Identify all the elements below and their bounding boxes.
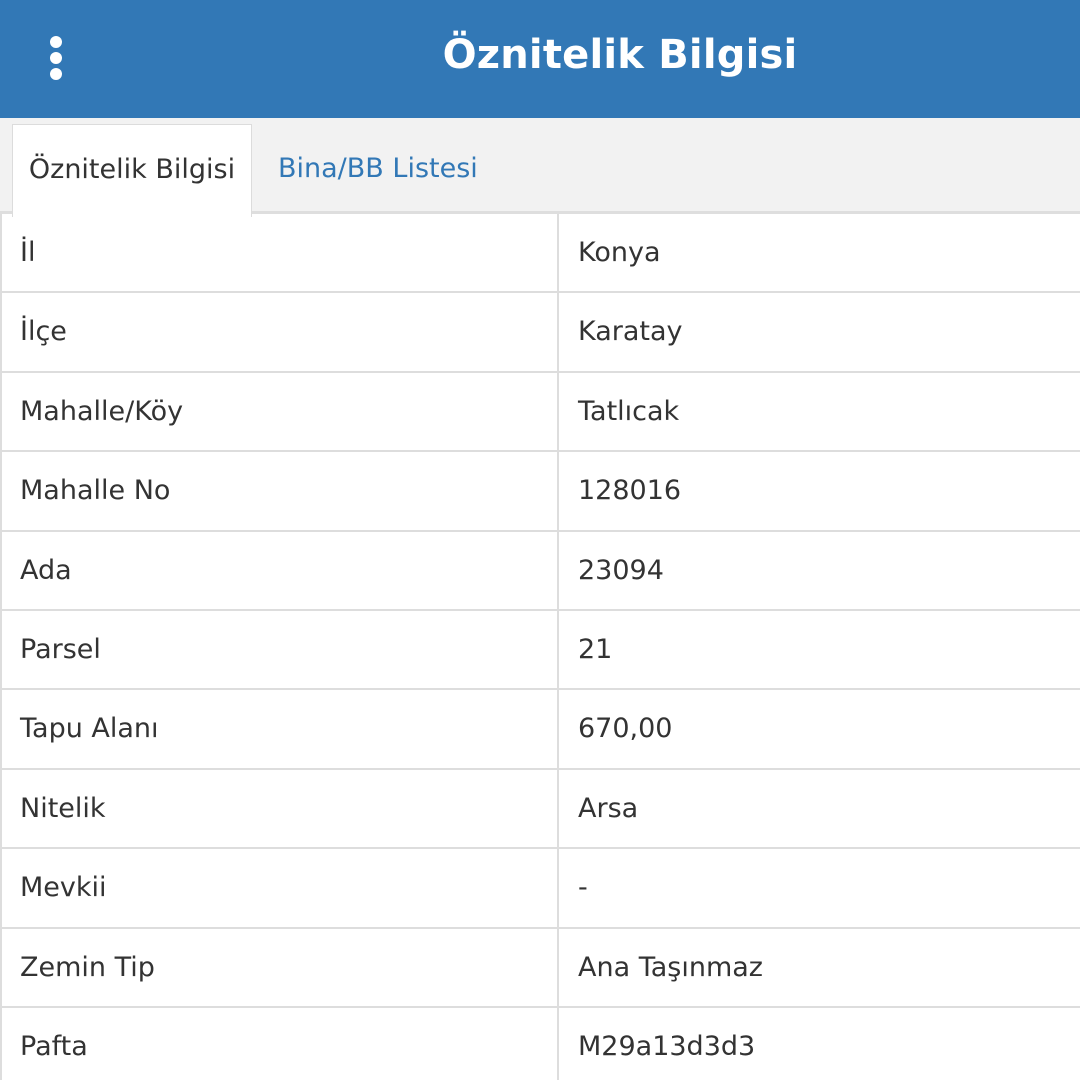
attribute-key: Nitelik	[2, 769, 559, 848]
attribute-key: Mahalle No	[2, 452, 559, 530]
attribute-key: Parsel	[2, 610, 559, 689]
tab-oznitelik-bilgisi[interactable]: Öznitelik Bilgisi	[12, 124, 252, 217]
table-row: Tapu Alanı 670,00	[2, 690, 1080, 770]
attribute-key: İlçe	[2, 293, 559, 371]
page-title: Öznitelik Bilgisi	[442, 32, 798, 78]
attribute-key: Tapu Alanı	[2, 690, 559, 768]
attribute-value: -	[578, 872, 588, 904]
attribute-table: İl Konya İlçe Karatay Mahalle/Köy Tatlıc…	[0, 214, 1080, 1080]
table-row: Pafta M29a13d3d3	[2, 1007, 1080, 1080]
attribute-key: İl	[2, 214, 559, 292]
attribute-key: Mahalle/Köy	[2, 372, 559, 451]
table-row: Parsel 21	[2, 610, 1080, 691]
attribute-value: 128016	[578, 475, 682, 507]
app-header: Öznitelik Bilgisi	[0, 0, 1080, 118]
table-row: Mahalle/Köy Tatlıcak	[2, 372, 1080, 453]
app-window: Öznitelik Bilgisi Öznitelik Bilgisi Bina…	[0, 0, 1080, 1080]
table-row: Ada 23094	[2, 531, 1080, 611]
attribute-value: Ana Taşınmaz	[578, 951, 763, 983]
tab-bina-bb-listesi[interactable]: Bina/BB Listesi	[278, 124, 478, 217]
attribute-value: 23094	[578, 554, 664, 586]
attribute-value: 21	[578, 633, 613, 665]
attribute-value: Konya	[578, 237, 661, 268]
table-row: İlçe Karatay	[2, 293, 1080, 373]
tab-bar: Öznitelik Bilgisi Bina/BB Listesi	[0, 118, 1080, 217]
attribute-value: Karatay	[578, 316, 683, 348]
attribute-key: Mevkii	[2, 849, 559, 927]
table-row: Zemin Tip Ana Taşınmaz	[2, 928, 1080, 1008]
attribute-key: Zemin Tip	[2, 928, 559, 1006]
attribute-value: Arsa	[578, 792, 639, 824]
attribute-key: Ada	[2, 531, 559, 609]
table-row: Mevkii -	[2, 849, 1080, 929]
attribute-value: M29a13d3d3	[578, 1030, 756, 1062]
table-row: Mahalle No 128016	[2, 452, 1080, 532]
attribute-key: Pafta	[2, 1007, 559, 1080]
table-row: İl Konya	[2, 214, 1080, 294]
attribute-value: Tatlıcak	[578, 395, 680, 427]
table-row: Nitelik Arsa	[2, 769, 1080, 850]
attribute-value: 670,00	[578, 713, 673, 745]
